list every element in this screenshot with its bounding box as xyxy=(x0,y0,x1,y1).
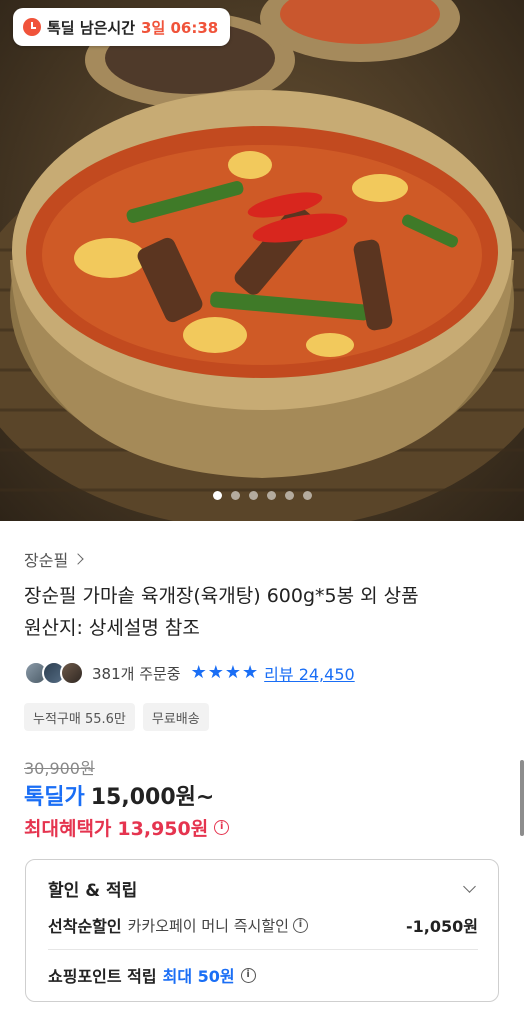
product-title-line2: 원산지: 상세설명 참조 xyxy=(24,617,200,639)
deal-price-row: 톡딜가 15,000원~ xyxy=(24,779,214,811)
deal-timer-badge: 톡딜 남은시간 3일 06:38 xyxy=(13,8,231,46)
info-icon[interactable]: i xyxy=(240,967,256,983)
carousel-dot[interactable] xyxy=(266,491,276,500)
chevron-down-icon[interactable] xyxy=(463,880,476,893)
star-icon: ★ xyxy=(242,662,259,683)
scrollbar[interactable] xyxy=(520,760,524,836)
seller-name: 장순필 xyxy=(24,551,69,570)
shopping-point-label: 쇼핑포인트 적립 xyxy=(48,967,157,986)
product-title: 장순필 가마솥 육개장(육개탕) 600g*5봉 외 상품 원산지: 상세설명 … xyxy=(24,580,504,644)
carousel-dot[interactable] xyxy=(230,491,240,500)
seller-link[interactable]: 장순필 xyxy=(24,547,84,571)
buyer-avatars xyxy=(24,661,84,685)
max-benefit-price: 13,950원 xyxy=(117,818,209,840)
info-icon[interactable]: i xyxy=(214,820,230,835)
avatar xyxy=(60,661,84,685)
divider xyxy=(48,949,478,950)
carousel-dot[interactable] xyxy=(248,491,258,500)
first-come-discount-row: 선착순할인 카카오페이 머니 즉시할인 i -1,050원 xyxy=(48,913,478,937)
star-icon: ★ xyxy=(224,662,242,683)
deal-price-label: 톡딜가 xyxy=(24,785,85,810)
review-link[interactable]: 리뷰 24,450 xyxy=(264,661,355,685)
social-proof-row: 381개 주문중 ★ ★ ★ ★ 리뷰 24,450 xyxy=(24,660,355,686)
carousel-indicator xyxy=(0,491,524,500)
deal-timer-label: 톡딜 남은시간 xyxy=(47,18,136,37)
deal-price: 15,000원~ xyxy=(90,785,215,810)
rating-stars: ★ ★ ★ ★ xyxy=(191,664,259,682)
free-shipping-chip: 무료배송 xyxy=(142,703,209,731)
first-come-discount-label: 선착순할인 xyxy=(48,917,122,936)
carousel-dot[interactable] xyxy=(302,491,312,500)
product-photo xyxy=(0,0,524,521)
shopping-point-row: 쇼핑포인트 적립 최대 50원 i xyxy=(48,963,256,987)
max-benefit-label: 최대혜택가 xyxy=(24,818,112,840)
discount-points-panel: 할인 & 적립 선착순할인 카카오페이 머니 즉시할인 i -1,050원 쇼핑… xyxy=(25,859,499,1002)
discount-panel-title: 할인 & 적립 xyxy=(48,881,138,901)
kakaopay-discount-desc: 카카오페이 머니 즉시할인 xyxy=(127,916,289,935)
order-count: 381개 주문중 xyxy=(92,664,181,683)
max-benefit-row: 최대혜택가 13,950원 i xyxy=(24,814,230,841)
carousel-dot[interactable] xyxy=(284,491,294,500)
deal-timer-value: 3일 06:38 xyxy=(141,18,219,37)
product-title-line1: 장순필 가마솥 육개장(육개탕) 600g*5봉 외 상품 xyxy=(24,585,419,607)
info-icon[interactable]: i xyxy=(292,917,308,933)
star-icon: ★ xyxy=(207,662,224,683)
product-image[interactable]: 톡딜 남은시간 3일 06:38 xyxy=(0,0,524,521)
discount-amount: -1,050원 xyxy=(406,917,478,936)
chevron-right-icon xyxy=(72,553,84,565)
carousel-dot[interactable] xyxy=(212,491,222,500)
original-price: 30,900원 xyxy=(24,759,95,778)
shopping-point-value: 최대 50원 xyxy=(162,967,235,986)
star-icon: ★ xyxy=(190,662,207,683)
cumulative-purchase-chip: 누적구매 55.6만 xyxy=(24,703,135,731)
clock-icon xyxy=(23,18,41,36)
product-tags: 누적구매 55.6만 무료배송 xyxy=(24,703,209,731)
